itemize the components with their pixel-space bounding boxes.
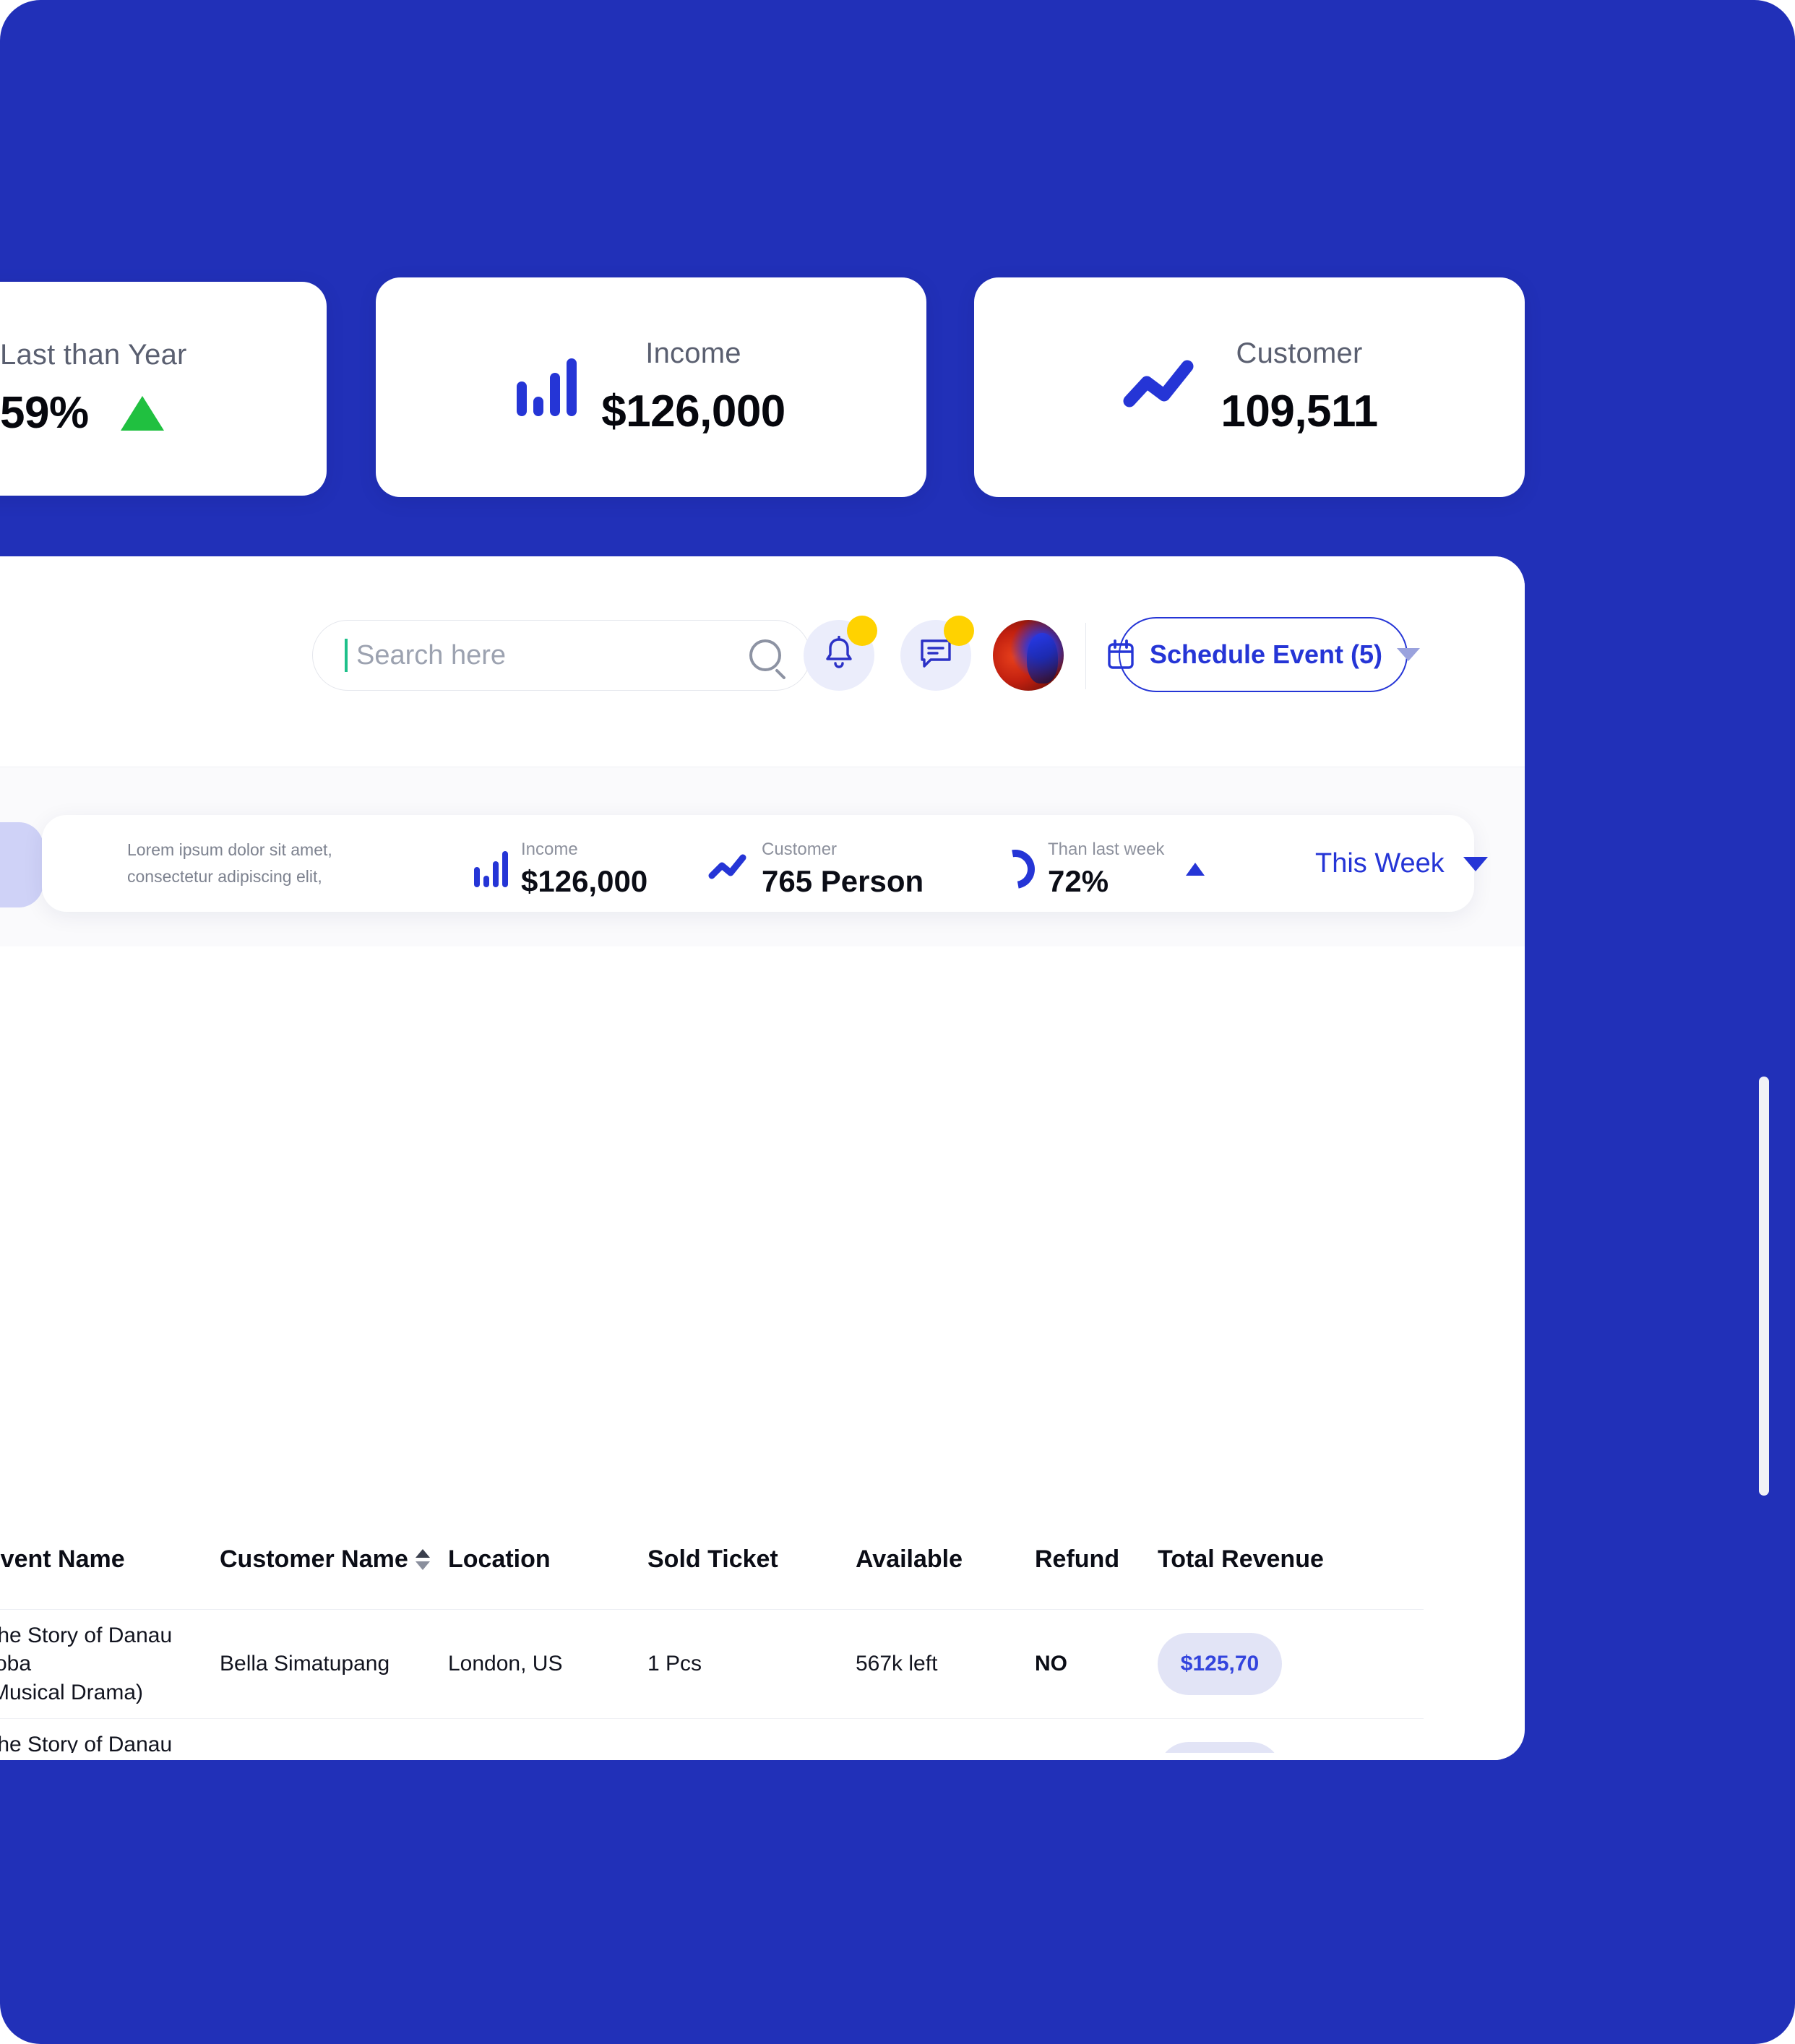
summary-stat-value: $126,000 <box>521 864 648 898</box>
summary-stat-income: Income $126,000 <box>474 840 647 899</box>
column-header-event-name[interactable]: Event Name <box>0 1543 220 1576</box>
bar-chart-icon <box>517 358 577 416</box>
summary-stat-customer: Customer 765 Person <box>707 840 924 899</box>
column-header-total-revenue[interactable]: Total Revenue <box>1158 1545 1331 1574</box>
app-frame: Last than Year 59% Income $126,000 Custo… <box>0 0 1795 2044</box>
triangle-up-icon <box>1186 863 1205 876</box>
period-select-label: This Week <box>1315 848 1445 879</box>
table-body: The Story of Danau Toba(Musical Drama) Be… <box>0 1610 1424 1760</box>
cell-sold-ticket: 1 Pcs <box>647 1652 702 1676</box>
column-header-label: Customer Name <box>220 1545 408 1573</box>
decorative-chip <box>0 822 43 907</box>
search-box[interactable] <box>312 620 811 691</box>
panel-bottom-edge <box>0 1753 1525 1760</box>
summary-description: Lorem ipsum dolor sit amet, consectetur … <box>127 840 332 886</box>
kpi-label: Income <box>645 337 741 369</box>
sort-icon[interactable] <box>415 1549 430 1570</box>
messages-button[interactable] <box>900 616 974 691</box>
kpi-label: Customer <box>1236 337 1363 369</box>
period-select[interactable]: This Week <box>1315 848 1488 879</box>
summary-stat-value: 765 Person <box>762 864 924 898</box>
summary-stat-label: Income <box>521 840 578 859</box>
summary-stat-label: Customer <box>762 840 838 859</box>
cell-event-name: The Story of Danau Toba(Musical Drama) <box>0 1623 173 1704</box>
summary-stat-than-last-week: Than last week 72% <box>988 840 1205 899</box>
column-header-refund[interactable]: Refund <box>1035 1545 1158 1574</box>
search-icon[interactable] <box>749 639 781 671</box>
cell-location: London, US <box>448 1652 563 1676</box>
kpi-card-last-than-year: Last than Year 59% <box>0 282 327 496</box>
revenue-pill[interactable]: $125,70 <box>1158 1633 1282 1695</box>
notification-badge <box>847 616 877 646</box>
table-header-row: Event Name Customer Name Location Sold T… <box>0 1510 1424 1610</box>
kpi-card-customer: Customer 109,511 <box>974 277 1525 497</box>
line-chart-icon <box>707 851 749 888</box>
table-row[interactable]: The Story of Danau Toba(Musical Drama) Be… <box>0 1610 1424 1719</box>
top-bar: Schedule Event (5) <box>0 556 1525 767</box>
kpi-card-income: Income $126,000 <box>376 277 926 497</box>
column-header-available[interactable]: Available <box>856 1545 1035 1574</box>
schedule-event-button[interactable]: Schedule Event (5) <box>1108 617 1421 692</box>
cell-total-revenue: $125,70 <box>1158 1633 1331 1695</box>
messages-badge <box>944 616 974 646</box>
triangle-up-icon <box>120 395 164 431</box>
kpi-label: Last than Year <box>0 339 187 371</box>
header-divider <box>1085 623 1086 689</box>
chevron-down-icon[interactable] <box>1463 856 1488 871</box>
line-chart-icon <box>1121 356 1196 419</box>
avatar[interactable] <box>993 620 1064 691</box>
events-table: Event Name Customer Name Location Sold T… <box>0 1510 1424 1760</box>
summary-bar: Lorem ipsum dolor sit amet, consectetur … <box>42 815 1488 912</box>
search-input[interactable] <box>356 639 749 671</box>
status-badge: NO <box>1035 1652 1067 1676</box>
schedule-event-label: Schedule Event (5) <box>1149 639 1383 669</box>
kpi-value: 59% <box>0 388 89 438</box>
summary-stat-value: 72% <box>1048 864 1164 899</box>
table-scrollbar-thumb[interactable] <box>1759 1077 1769 1496</box>
cell-available: 567k left <box>856 1652 938 1676</box>
column-header-sold-ticket[interactable]: Sold Ticket <box>647 1545 856 1574</box>
chat-icon <box>918 637 953 674</box>
cell-customer-name: Bella Simatupang <box>220 1652 390 1676</box>
main-panel: Schedule Event (5) Event Name Customer N… <box>0 556 1525 1760</box>
bar-chart-icon <box>474 851 508 887</box>
calendar-icon <box>1106 639 1135 670</box>
table-scroll-area[interactable]: Event Name Customer Name Location Sold T… <box>0 1510 1424 1760</box>
summary-stat-number: 72% <box>1048 864 1109 898</box>
notification-button[interactable] <box>804 616 877 691</box>
text-caret <box>345 639 348 672</box>
column-header-location[interactable]: Location <box>448 1545 647 1574</box>
kpi-value: 109,511 <box>1221 387 1378 436</box>
kpi-value: $126,000 <box>601 387 785 436</box>
chevron-down-icon <box>1397 648 1421 661</box>
summary-stat-label: Than last week <box>1048 840 1165 859</box>
cell-refund: NO <box>1035 1652 1158 1676</box>
column-header-customer-name[interactable]: Customer Name <box>220 1545 448 1574</box>
donut-icon <box>988 842 1043 897</box>
